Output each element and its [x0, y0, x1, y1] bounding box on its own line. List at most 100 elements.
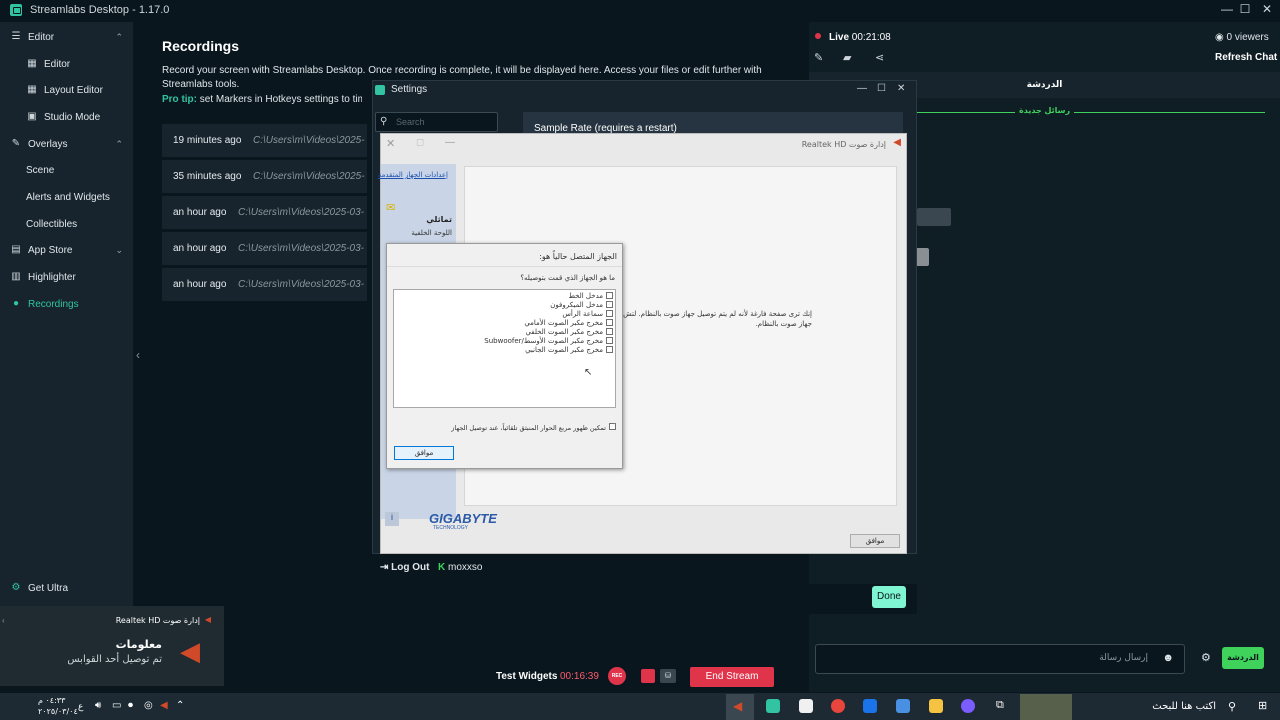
chat-send-button[interactable]: الدردشة — [1222, 647, 1264, 669]
rec-button[interactable]: REC — [608, 667, 626, 685]
clip-icon[interactable]: ▰ — [843, 51, 851, 64]
settings-title: Settings — [391, 84, 428, 95]
network-icon[interactable]: ▭ — [112, 700, 121, 711]
share-icon[interactable]: ⋖ — [875, 51, 884, 64]
recording-path[interactable]: C:\Users\m\Videos\2025- — [253, 135, 365, 146]
save-replay-icon[interactable]: ⛁ — [660, 669, 676, 683]
taskbar-search-input[interactable]: اكتب هنا للبحث — [1152, 701, 1216, 712]
realtek-ok-button[interactable]: موافق — [850, 534, 900, 548]
device-checkbox[interactable] — [606, 319, 613, 326]
info-icon[interactable]: i — [385, 512, 399, 526]
chat-settings-gear-icon[interactable]: ⚙ — [1201, 651, 1211, 664]
file-taskbar-icon[interactable] — [799, 699, 813, 713]
maximize-icon[interactable]: ☐ — [1234, 0, 1256, 20]
refresh-chat-button[interactable]: Refresh Chat — [1215, 52, 1277, 63]
dialog-ok-button[interactable]: موافق — [394, 446, 454, 460]
live-label: Live — [829, 32, 850, 43]
recording-row[interactable]: 19 minutes ago C:\Users\m\Videos\2025- — [162, 124, 367, 157]
clock-date[interactable]: ٢٠٢٥/٠٣/٠٤ — [38, 707, 78, 716]
store-taskbar-icon[interactable] — [896, 699, 910, 713]
toast-notification[interactable]: ‹ إدارة صوت Realtek HD ◀ معلومات تم توصي… — [0, 606, 224, 686]
recording-path[interactable]: C:\Users\m\Videos\2025-03- — [238, 243, 364, 254]
device-checkbox[interactable] — [606, 346, 613, 353]
recording-path[interactable]: C:\Users\m\Videos\2025- — [253, 171, 365, 182]
done-button[interactable]: Done — [872, 586, 906, 608]
chevron-up-icon[interactable]: ⌃ — [176, 700, 184, 711]
sidebar-item-layout-editor[interactable]: ▦ Layout Editor — [0, 78, 133, 102]
emoji-icon[interactable]: ☻ — [1162, 652, 1174, 664]
volume-icon[interactable]: 🔊︎ — [95, 700, 101, 711]
realtek-taskbar-icon[interactable]: ◀ — [733, 699, 747, 713]
start-icon[interactable]: ⊞ — [1258, 699, 1267, 712]
microphone-icon[interactable]: ⏺ — [128, 700, 133, 711]
logout-button[interactable]: ⇥ Log Out — [380, 562, 430, 573]
speaker-icon: ◀ — [893, 137, 901, 148]
pro-tip-text: set Markers in Hotkeys settings to times… — [199, 94, 362, 105]
sidebar-item-editor-sub[interactable]: ▦ Editor — [0, 52, 133, 76]
pro-tip: Pro tip: set Markers in Hotkeys settings… — [162, 94, 362, 105]
device-checkbox[interactable] — [606, 337, 613, 344]
close-icon[interactable]: ✕ — [386, 137, 395, 150]
sidebar-item-label: Scene — [26, 164, 55, 176]
maximize-icon[interactable]: ☐ — [877, 83, 886, 94]
sidebar-item-studio-mode[interactable]: ▣ Studio Mode — [0, 105, 133, 129]
minimize-icon[interactable]: — — [857, 83, 867, 94]
edit-icon[interactable]: ✎ — [814, 51, 823, 64]
sidebar-item-recordings[interactable]: ● Recordings — [0, 292, 133, 316]
back-panel-label: اللوحة الخلفية — [411, 229, 452, 237]
search-icon[interactable]: ⚲ — [1228, 700, 1236, 713]
device-checkbox[interactable] — [606, 292, 613, 299]
sidebar-item-label: Layout Editor — [44, 84, 103, 96]
device-checkbox[interactable] — [606, 328, 613, 335]
collapse-nav-icon[interactable]: ‹ — [136, 348, 140, 362]
sidebar-item-app-store[interactable]: ▤ App Store ⌄ — [0, 238, 133, 262]
clock-time[interactable]: ٠٤:٣٣ م — [38, 696, 65, 705]
toast-app-name: إدارة صوت Realtek HD — [115, 616, 200, 625]
device-checkbox[interactable] — [606, 310, 613, 317]
recording-timer: 00:16:39 — [560, 671, 599, 682]
highlighter-icon: ▥ — [11, 271, 21, 282]
auto-popup-checkbox[interactable]: ✓ — [609, 423, 616, 430]
recording-path[interactable]: C:\Users\m\Videos\2025-03- — [238, 279, 364, 290]
sidebar-item-alerts-widgets[interactable]: Alerts and Widgets — [0, 185, 133, 209]
tray-app-icon[interactable]: ◎ — [144, 700, 153, 711]
sidebar-nav: ☰ Editor ⌃ ▦ Editor ▦ Layout Editor ▣ St… — [0, 22, 133, 606]
recording-time: an hour ago — [173, 207, 227, 218]
recording-path[interactable]: C:\Users\m\Videos\2025-03- — [238, 207, 364, 218]
get-ultra-button[interactable]: ⚙ Get Ultra — [0, 576, 133, 600]
test-widgets-button[interactable]: Test Widgets — [496, 671, 557, 682]
sidebar-item-overlays[interactable]: ✎ Overlays ⌃ — [0, 132, 133, 156]
advanced-settings-link[interactable]: إعدادات الجهاز المتقدمة — [378, 171, 448, 179]
outlook-taskbar-icon[interactable] — [863, 699, 877, 713]
device-option-label: سماعة الرأس — [562, 310, 603, 318]
sidebar-item-collectibles[interactable]: Collectibles — [0, 212, 133, 236]
end-stream-button[interactable]: End Stream — [690, 667, 774, 687]
device-checkbox-checked[interactable]: ✓ — [606, 301, 613, 308]
minimize-icon[interactable]: — — [445, 137, 455, 148]
streamlabs-taskbar-icon[interactable] — [766, 699, 780, 713]
realtek-tray-icon[interactable]: ◀ — [160, 700, 168, 711]
streamlabs-logo-icon — [10, 4, 22, 16]
recording-row[interactable]: an hour ago C:\Users\m\Videos\2025-03- — [162, 232, 367, 265]
sidebar-item-highlighter[interactable]: ▥ Highlighter — [0, 265, 133, 289]
sidebar-item-scene[interactable]: Scene — [0, 158, 133, 182]
recording-row[interactable]: an hour ago C:\Users\m\Videos\2025-03- — [162, 268, 367, 301]
chat-input[interactable]: إرسال رسالة ☻ — [815, 644, 1185, 674]
close-icon[interactable]: ✕ — [1256, 0, 1278, 20]
copilot-taskbar-icon[interactable] — [961, 699, 975, 713]
explorer-taskbar-icon[interactable] — [929, 699, 943, 713]
emote-image — [915, 248, 929, 266]
close-icon[interactable]: ✕ — [897, 83, 905, 94]
settings-search-input[interactable]: ⚲ Search — [375, 112, 498, 132]
toast-title: معلومات — [115, 638, 162, 651]
recording-row[interactable]: 35 minutes ago C:\Users\m\Videos\2025- — [162, 160, 367, 193]
connected-device-dialog: الجهاز المتصل حالياً هو: ما هو الجهاز ال… — [386, 243, 623, 469]
language-indicator[interactable]: ع — [78, 701, 83, 712]
chrome-taskbar-icon[interactable] — [831, 699, 845, 713]
mouse-cursor-icon: ↖ — [584, 367, 593, 378]
restore-icon[interactable]: ◻ — [416, 137, 424, 148]
stop-replay-icon[interactable] — [641, 669, 655, 683]
task-view-icon[interactable]: ⧉ — [996, 699, 1004, 712]
sidebar-item-editor[interactable]: ☰ Editor ⌃ — [0, 25, 133, 49]
recording-row[interactable]: an hour ago C:\Users\m\Videos\2025-03- — [162, 196, 367, 229]
